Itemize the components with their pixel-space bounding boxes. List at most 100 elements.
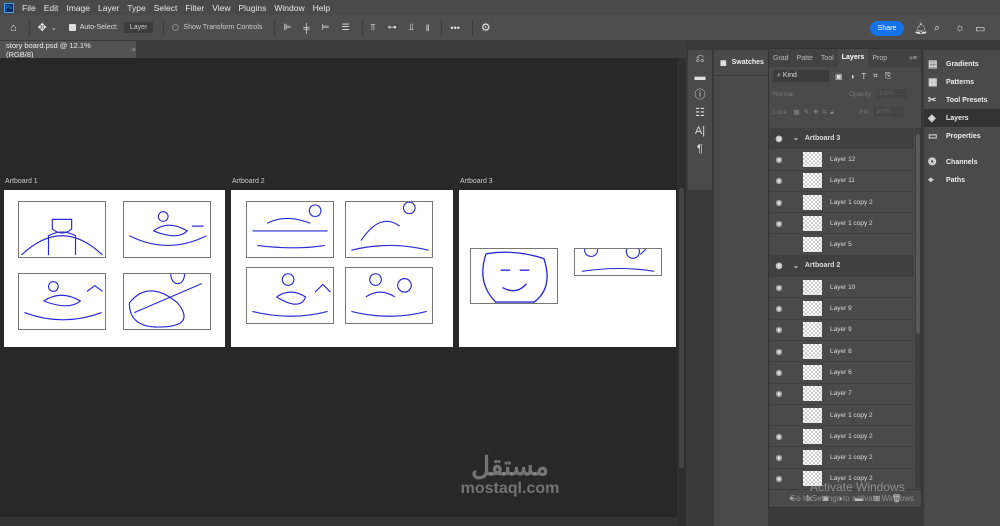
fill-field[interactable]: 100% [873,107,904,117]
artboard-label[interactable]: Artboard 1 [5,178,38,185]
shape-filter-icon[interactable]: ⌗ [873,71,878,81]
swatches-tab[interactable]: ▦ Swatches [714,50,768,76]
adjustment-filter-icon[interactable]: ◑ [850,72,855,81]
align-right-icon[interactable]: ⊨ [322,22,330,33]
dock-layers[interactable]: ◈ Layers [924,109,1000,127]
visibility-eye-icon[interactable]: ◉ [769,474,789,483]
distribute-icon[interactable]: ☰ [341,22,349,33]
visibility-eye-icon[interactable]: ◉ [769,325,789,334]
vertical-scrollbar[interactable] [677,58,686,526]
share-button[interactable]: Share [870,21,904,36]
dock-properties[interactable]: ▭ Properties [924,127,1000,145]
menu-select[interactable]: Select [154,3,178,13]
gear-icon[interactable]: ⚙ [481,21,491,34]
align-top-icon[interactable]: ⫪ [371,22,376,33]
layer-row[interactable]: ◉ Layer 6 [769,362,914,384]
artboard-label[interactable]: Artboard 2 [232,178,265,185]
visibility-eye-icon[interactable]: ◉ [769,368,789,377]
align-middle-icon[interactable]: ⊶ [388,22,397,33]
visibility-eye-icon[interactable]: ◉ [769,198,789,207]
chevron-down-icon[interactable]: ⌄ [793,262,799,270]
visibility-eye-icon[interactable]: ◉ [769,261,789,270]
artboard-1[interactable] [4,190,225,347]
show-transform-checkbox[interactable] [172,24,180,31]
adjustments-icon[interactable]: ☷ [688,104,712,122]
layer-row[interactable]: ◉ Layer 12 [769,149,914,171]
layer-row[interactable]: ◉ Layer 10 [769,277,914,299]
artboard-group-row[interactable]: ◉ ⌄ Artboard 2 [769,255,914,278]
chevron-down-icon[interactable]: ⌄ [793,134,799,142]
close-icon[interactable]: × [132,45,136,54]
visibility-eye-icon[interactable]: ◉ [769,176,789,185]
visibility-eye-icon[interactable]: ◉ [769,134,789,143]
align-center-icon[interactable]: ╪ [303,23,309,33]
document-tab[interactable]: story board.psd @ 12.1% (RGB/8) × [0,41,136,59]
tab-properties[interactable]: Prop [868,55,891,62]
comment-icon[interactable]: ▬ [688,68,712,86]
more-options-button[interactable]: ••• [450,23,459,33]
blend-mode-dropdown[interactable]: Normal [773,91,849,98]
visibility-eye-icon[interactable]: ◉ [769,304,789,313]
layers-scrollbar[interactable] [915,128,921,488]
menu-layer[interactable]: Layer [98,3,119,13]
info-icon[interactable]: ⓘ [688,86,712,104]
artboard-3[interactable] [459,190,676,347]
dock-tool-presets[interactable]: ✂ Tool Presets [924,91,1000,109]
menu-plugins[interactable]: Plugins [238,3,266,13]
artboard-group-row[interactable]: ◉ ⌄ Artboard 3 [769,128,914,150]
kind-filter-dropdown[interactable]: ⌕ Kind [773,70,829,82]
visibility-eye-icon[interactable]: ◉ [769,389,789,398]
visibility-eye-icon[interactable]: ◉ [769,347,789,356]
layer-row[interactable]: ◉ Layer 8 [769,341,914,363]
layer-row[interactable]: ◉ Layer 9 [769,320,914,341]
bell-icon[interactable]: 🔔︎ [914,22,928,35]
layer-row[interactable]: ◉ Layer 1 copy 2 [769,213,914,235]
auto-select-checkbox[interactable] [68,24,76,31]
tab-patterns[interactable]: Patte [793,55,817,62]
history-icon[interactable]: ⎌ [688,50,712,68]
menu-edit[interactable]: Edit [44,3,59,13]
dock-patterns[interactable]: ▦ Patterns [924,73,1000,91]
tab-layers[interactable]: Layers [837,49,869,67]
chevron-down-icon[interactable]: ⌄ [51,24,57,32]
visibility-eye-icon[interactable]: ◉ [769,283,789,292]
character-icon[interactable]: A| [688,122,712,140]
move-tool-icon[interactable]: ✥ [38,21,47,34]
visibility-eye-icon[interactable]: ◉ [769,453,789,462]
opacity-field[interactable]: 100% [876,89,907,99]
tab-gradients[interactable]: Grad [769,55,793,62]
menu-image[interactable]: Image [66,3,90,13]
menu-window[interactable]: Window [274,3,304,13]
layer-row[interactable]: ◉ Layer 7 [769,384,914,405]
visibility-eye-icon[interactable]: ◉ [769,219,789,228]
visibility-eye-icon[interactable]: ◉ [769,155,789,164]
horizontal-scrollbar[interactable] [0,517,677,526]
dock-gradients[interactable]: ▤ Gradients [924,55,1000,73]
menu-file[interactable]: File [22,3,36,13]
menu-filter[interactable]: Filter [185,3,204,13]
auto-select-dropdown[interactable]: Layer [123,22,154,33]
lightbulb-icon[interactable]: ☼ [955,22,965,34]
menu-help[interactable]: Help [313,3,330,13]
smart-object-filter-icon[interactable]: ⎘ [885,71,891,81]
workspace-icon[interactable]: ▭ [975,22,985,35]
align-bottom-icon[interactable]: ⫫ [409,22,414,33]
artboard-label[interactable]: Artboard 3 [460,178,493,185]
layer-row[interactable]: ◉ Layer 1 copy 2 [769,426,914,448]
lock-icons[interactable]: ▦✎✥⌗🔒︎ [794,108,860,117]
layer-row[interactable]: ◉ Layer 11 [769,171,914,192]
distribute-vertical-icon[interactable]: ‖ [426,23,430,33]
panel-menu-icon[interactable]: »≡ [905,55,921,62]
layer-row[interactable]: Layer 5 [769,234,914,256]
layer-row[interactable]: ◉ Layer 9 [769,298,914,320]
menu-view[interactable]: View [212,3,230,13]
type-filter-icon[interactable]: T [861,72,866,81]
visibility-eye-icon[interactable]: ◉ [769,432,789,441]
layer-row[interactable]: ◉ Layer 1 copy 2 [769,192,914,214]
search-icon[interactable]: ⌕ [934,22,940,35]
dock-channels[interactable]: ❂ Channels [924,153,1000,171]
menu-type[interactable]: Type [127,3,145,13]
artboard-2[interactable] [231,190,453,347]
dock-paths[interactable]: ⌖ Paths [924,171,1000,189]
align-left-icon[interactable]: ⊫ [283,22,291,33]
